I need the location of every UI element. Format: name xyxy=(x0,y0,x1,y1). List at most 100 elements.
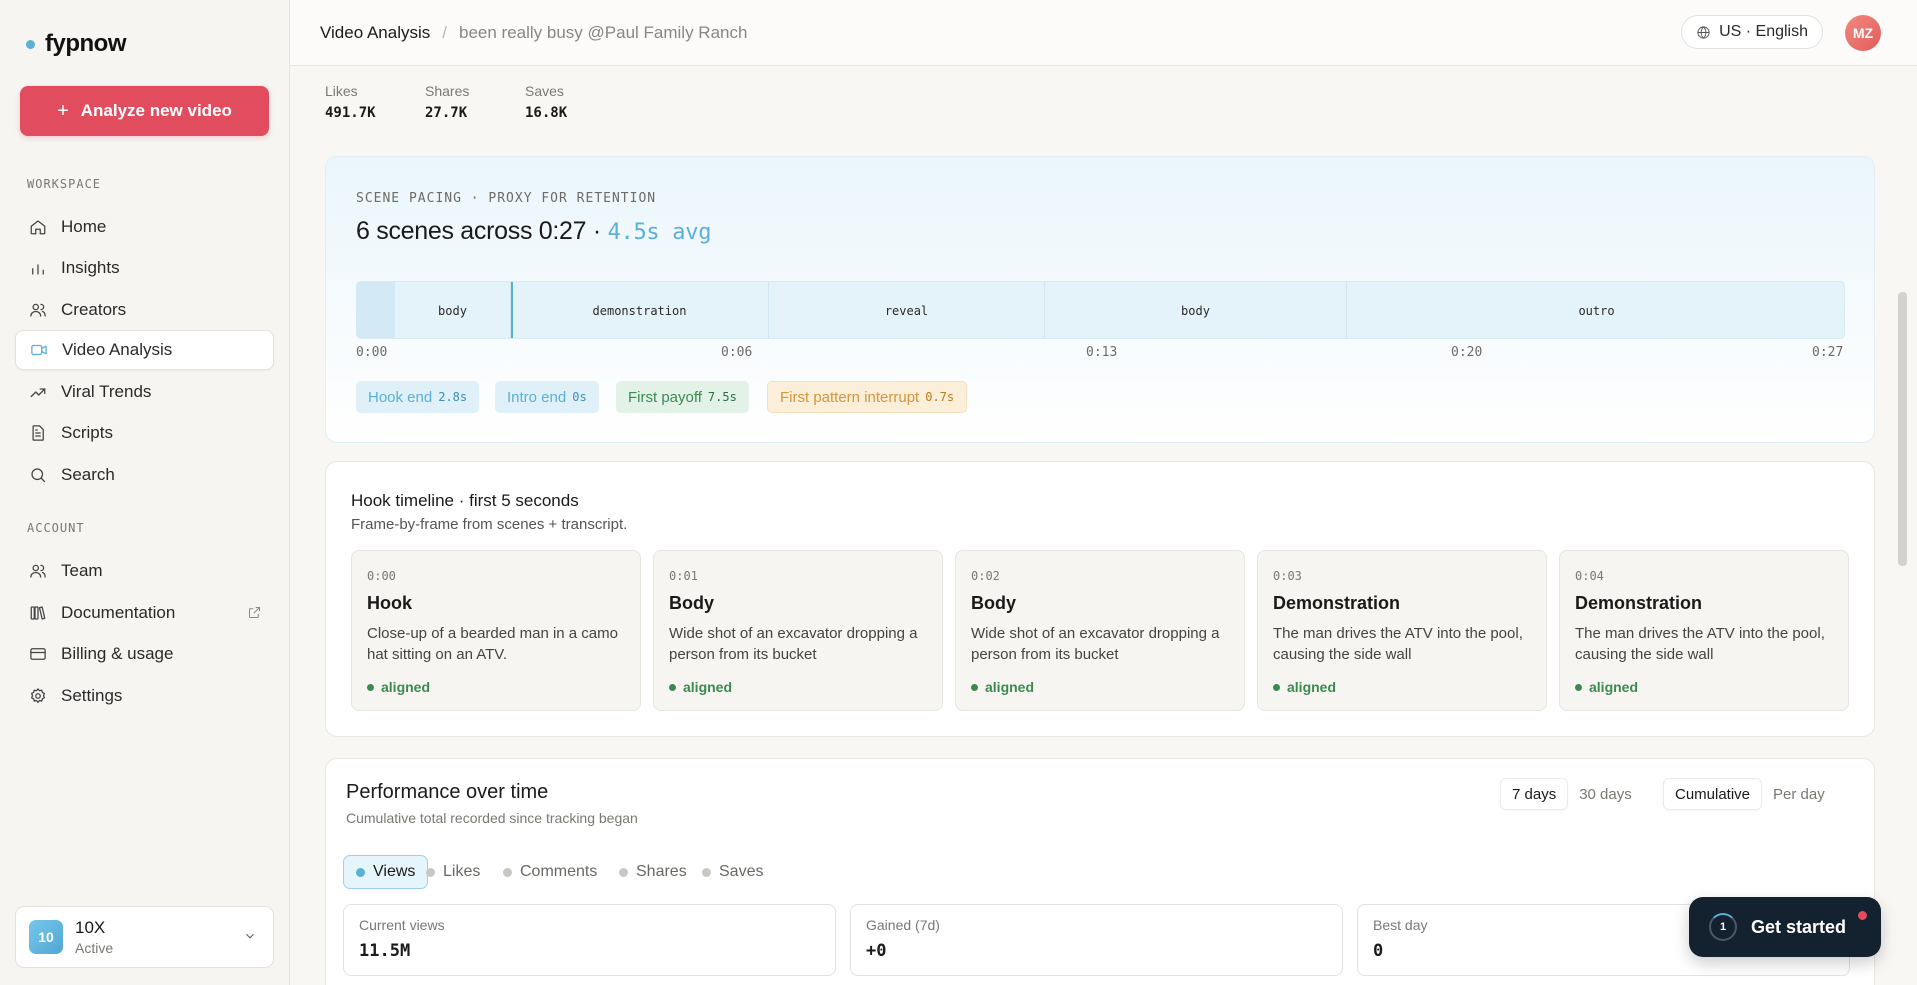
stat-value: 491.7K xyxy=(325,105,376,121)
language-label: US · English xyxy=(1719,23,1808,40)
metric-tab-label: Likes xyxy=(443,863,481,880)
range-option-30-days[interactable]: 30 days xyxy=(1568,778,1643,810)
metric-tab-label: Views xyxy=(373,863,416,880)
sidebar-item-label: Team xyxy=(61,561,103,580)
frame-status-label: aligned xyxy=(1589,679,1639,695)
scene-segment[interactable]: body xyxy=(1045,282,1347,338)
frame-time: 0:00 xyxy=(367,569,396,583)
frame-status-label: aligned xyxy=(1287,679,1337,695)
status-dot-icon xyxy=(1575,683,1582,691)
frame-heading: Demonstration xyxy=(1575,593,1703,613)
gear-icon xyxy=(29,687,47,705)
stat-saves: Saves 16.8K xyxy=(525,83,567,121)
kpi-current-views: Current views 11.5M xyxy=(343,904,836,976)
sidebar-item-label: Creators xyxy=(61,300,127,319)
scene-segment[interactable]: outro xyxy=(1347,282,1844,338)
hook-frame-card[interactable]: 0:03 Demonstration The man drives the AT… xyxy=(1257,550,1547,711)
frame-description: The man drives the ATV into the pool, ca… xyxy=(1575,625,1825,663)
pill-value: 0.7s xyxy=(925,390,955,404)
breadcrumb-current-section[interactable]: Video Analysis xyxy=(320,23,430,43)
stat-value: 16.8K xyxy=(525,105,568,121)
sidebar-item-billing[interactable]: Billing & usage xyxy=(15,634,274,674)
sidebar-item-label: Settings xyxy=(61,686,123,705)
mode-option-cumulative[interactable]: Cumulative xyxy=(1663,778,1763,810)
pill-value: 0s xyxy=(572,390,587,404)
search-icon xyxy=(29,466,47,484)
hook-frame-card[interactable]: 0:01 Body Wide shot of an excavator drop… xyxy=(653,550,943,711)
sidebar-item-search[interactable]: Search xyxy=(15,455,274,495)
hook-frame-card[interactable]: 0:04 Demonstration The man drives the AT… xyxy=(1559,550,1849,711)
progress-ring-icon: 1 xyxy=(1709,913,1737,941)
hook-timeline-title: Hook timeline · first 5 seconds xyxy=(351,491,579,510)
sidebar-item-documentation[interactable]: Documentation xyxy=(15,593,274,633)
timeline-tick: 0:13 xyxy=(1086,345,1118,360)
sidebar-item-label: Home xyxy=(61,217,107,236)
sidebar-item-home[interactable]: Home xyxy=(15,207,274,247)
metric-tab-shares[interactable]: Shares xyxy=(607,855,699,889)
logo-dot-icon xyxy=(26,39,35,49)
hook-frame-card[interactable]: 0:00 Hook Close-up of a bearded man in a… xyxy=(351,550,641,711)
analyze-new-video-button[interactable]: + Analyze new video xyxy=(20,86,269,136)
pill-label: First pattern interrupt xyxy=(780,388,920,406)
stat-label: Shares xyxy=(425,83,470,99)
metric-dot-icon xyxy=(702,867,711,877)
globe-icon xyxy=(1696,25,1711,40)
frame-description: Wide shot of an excavator dropping a per… xyxy=(971,625,1220,663)
metric-tab-label: Saves xyxy=(719,863,764,880)
scene-segment[interactable]: demonstration xyxy=(511,282,769,338)
hook-timeline-subtitle: Frame-by-frame from scenes + transcript. xyxy=(351,516,628,533)
external-link-icon xyxy=(247,605,262,620)
timeline-tick: 0:27 xyxy=(1812,345,1844,360)
scrollbar-thumb[interactable] xyxy=(1898,292,1907,566)
sidebar-item-video-analysis[interactable]: Video Analysis xyxy=(15,330,274,370)
stat-label: Likes xyxy=(325,83,358,99)
frame-description: Close-up of a bearded man in a camo hat … xyxy=(367,625,618,663)
frame-description: The man drives the ATV into the pool, ca… xyxy=(1273,625,1523,663)
pill-label: First payoff xyxy=(628,388,702,406)
sidebar-item-insights[interactable]: Insights xyxy=(15,248,274,288)
video-icon xyxy=(30,341,48,359)
scene-segment-hook[interactable] xyxy=(357,282,395,338)
language-selector[interactable]: US · English xyxy=(1681,15,1823,49)
status-dot-icon xyxy=(1273,683,1280,691)
main-content: Likes 491.7K Shares 27.7K Saves 16.8K SC… xyxy=(290,66,1907,985)
scene-timeline-bar[interactable]: body demonstration reveal body outro xyxy=(356,281,1845,339)
metric-tab-saves[interactable]: Saves xyxy=(690,855,775,889)
frame-heading: Demonstration xyxy=(1273,593,1401,613)
pill-label: Intro end xyxy=(507,388,567,406)
scene-segment[interactable]: body xyxy=(395,282,511,338)
frame-status: aligned xyxy=(1575,679,1638,695)
home-icon xyxy=(29,218,47,236)
metric-dot-icon xyxy=(503,867,512,877)
playhead-marker[interactable] xyxy=(511,282,513,338)
plan-switcher[interactable]: 10 10X Active xyxy=(15,906,274,968)
frame-status: aligned xyxy=(367,679,430,695)
status-dot-icon xyxy=(367,683,374,691)
sidebar-item-label: Billing & usage xyxy=(61,644,174,663)
sidebar-item-team[interactable]: Team xyxy=(15,551,274,591)
plan-name: 10X xyxy=(75,918,106,937)
metric-tab-comments[interactable]: Comments xyxy=(491,855,609,889)
logo[interactable]: fypnow xyxy=(26,30,127,58)
sidebar: fypnow + Analyze new video WORKSPACE Hom… xyxy=(0,0,290,985)
avatar[interactable]: MZ xyxy=(1845,15,1881,51)
scene-segment[interactable]: reveal xyxy=(769,282,1045,338)
get-started-button[interactable]: 1 Get started xyxy=(1689,897,1881,957)
breadcrumb-video-title: been really busy @Paul Family Ranch xyxy=(459,22,748,42)
sidebar-item-settings[interactable]: Settings xyxy=(15,676,274,716)
stat-label: Saves xyxy=(525,83,564,99)
sidebar-item-creators[interactable]: Creators xyxy=(15,290,274,330)
mode-option-per-day[interactable]: Per day xyxy=(1762,778,1836,810)
timeline-tick: 0:00 xyxy=(356,345,388,360)
range-option-7-days[interactable]: 7 days xyxy=(1500,778,1569,810)
analyze-button-label: Analyze new video xyxy=(80,101,232,120)
hook-frame-card[interactable]: 0:02 Body Wide shot of an excavator drop… xyxy=(955,550,1245,711)
metric-dot-icon xyxy=(426,867,435,877)
sidebar-item-viral-trends[interactable]: Viral Trends xyxy=(15,372,274,412)
plan-status: Active xyxy=(75,940,114,956)
sidebar-item-scripts[interactable]: Scripts xyxy=(15,413,274,453)
metric-tab-likes[interactable]: Likes xyxy=(414,855,492,889)
scene-pacing-label: SCENE PACING · PROXY FOR RETENTION xyxy=(356,191,657,206)
scene-pacing-card: SCENE PACING · PROXY FOR RETENTION 6 sce… xyxy=(325,156,1875,443)
performance-card: Performance over time Cumulative total r… xyxy=(325,758,1875,985)
